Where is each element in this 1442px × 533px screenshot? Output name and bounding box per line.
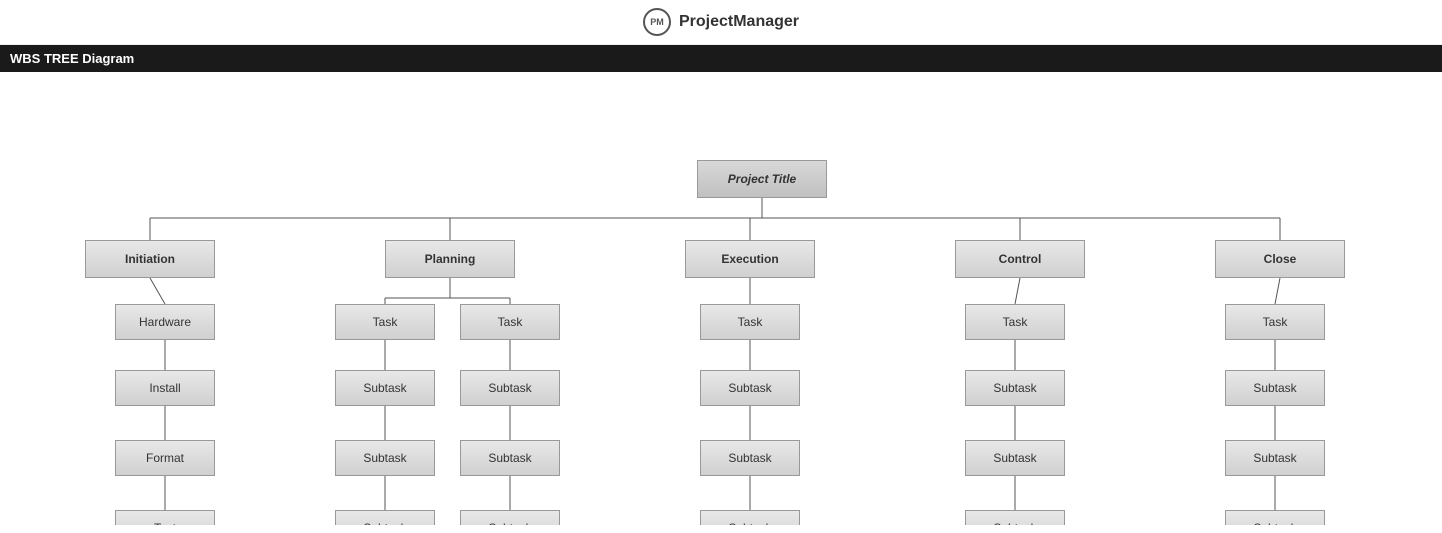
exec_subtask2-node: Subtask — [700, 440, 800, 476]
format-node: Format — [115, 440, 215, 476]
close_task-node: Task — [1225, 304, 1325, 340]
close-node: Close — [1215, 240, 1345, 278]
control-node: Control — [955, 240, 1085, 278]
test-node: Test — [115, 510, 215, 525]
plan_subtask1_1-node: Subtask — [335, 370, 435, 406]
app-title: ProjectManager — [679, 13, 799, 31]
exec_subtask1-node: Subtask — [700, 370, 800, 406]
plan_task1-node: Task — [335, 304, 435, 340]
plan_subtask2_1-node: Subtask — [460, 370, 560, 406]
ctrl_task-node: Task — [965, 304, 1065, 340]
diagram-area: Project Title Initiation Planning Execution… — [0, 72, 1442, 525]
pm-logo: PM — [643, 8, 671, 36]
plan_subtask2_3-node: Subtask — [460, 510, 560, 525]
top-header: PM ProjectManager — [0, 0, 1442, 45]
ctrl_subtask2-node: Subtask — [965, 440, 1065, 476]
install-node: Install — [115, 370, 215, 406]
hardware-node: Hardware — [115, 304, 215, 340]
plan_task2-node: Task — [460, 304, 560, 340]
plan_subtask1_2-node: Subtask — [335, 440, 435, 476]
page-title-bar: WBS TREE Diagram — [0, 45, 1442, 72]
plan_subtask1_3-node: Subtask — [335, 510, 435, 525]
plan_subtask2_2-node: Subtask — [460, 440, 560, 476]
close_subtask1-node: Subtask — [1225, 370, 1325, 406]
page-title: WBS TREE Diagram — [10, 51, 134, 66]
initiation-node: Initiation — [85, 240, 215, 278]
ctrl_subtask1-node: Subtask — [965, 370, 1065, 406]
close_subtask2-node: Subtask — [1225, 440, 1325, 476]
exec_task-node: Task — [700, 304, 800, 340]
execution-node: Execution — [685, 240, 815, 278]
ctrl_subtask3-node: Subtask — [965, 510, 1065, 525]
exec_subtask3-node: Subtask — [700, 510, 800, 525]
root-node: Project Title — [697, 160, 827, 198]
planning-node: Planning — [385, 240, 515, 278]
close_subtask3-node: Subtask — [1225, 510, 1325, 525]
